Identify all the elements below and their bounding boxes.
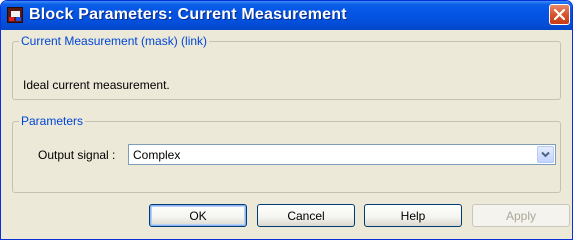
block-parameters-dialog: Block Parameters: Current Measurement Cu… [0,0,573,240]
parameters-group-legend: Parameters [19,114,86,128]
output-signal-dropdown-button[interactable] [537,146,554,163]
help-button[interactable]: Help [364,204,462,227]
title-bar[interactable]: Block Parameters: Current Measurement [1,1,572,30]
close-icon [554,9,565,20]
simulink-block-icon [7,7,23,23]
window-title: Block Parameters: Current Measurement [29,6,347,23]
ok-button[interactable]: OK [149,204,247,227]
chevron-down-icon [541,151,550,158]
description-group-legend: Current Measurement (mask) (link) [19,34,210,48]
output-signal-select[interactable]: Complex [128,144,556,165]
cancel-button[interactable]: Cancel [257,204,355,227]
block-description-text: Ideal current measurement. [23,78,170,92]
output-signal-value: Complex [133,148,181,162]
apply-button[interactable]: Apply [472,204,570,227]
output-signal-label: Output signal : [38,148,116,162]
close-button[interactable] [549,4,570,25]
